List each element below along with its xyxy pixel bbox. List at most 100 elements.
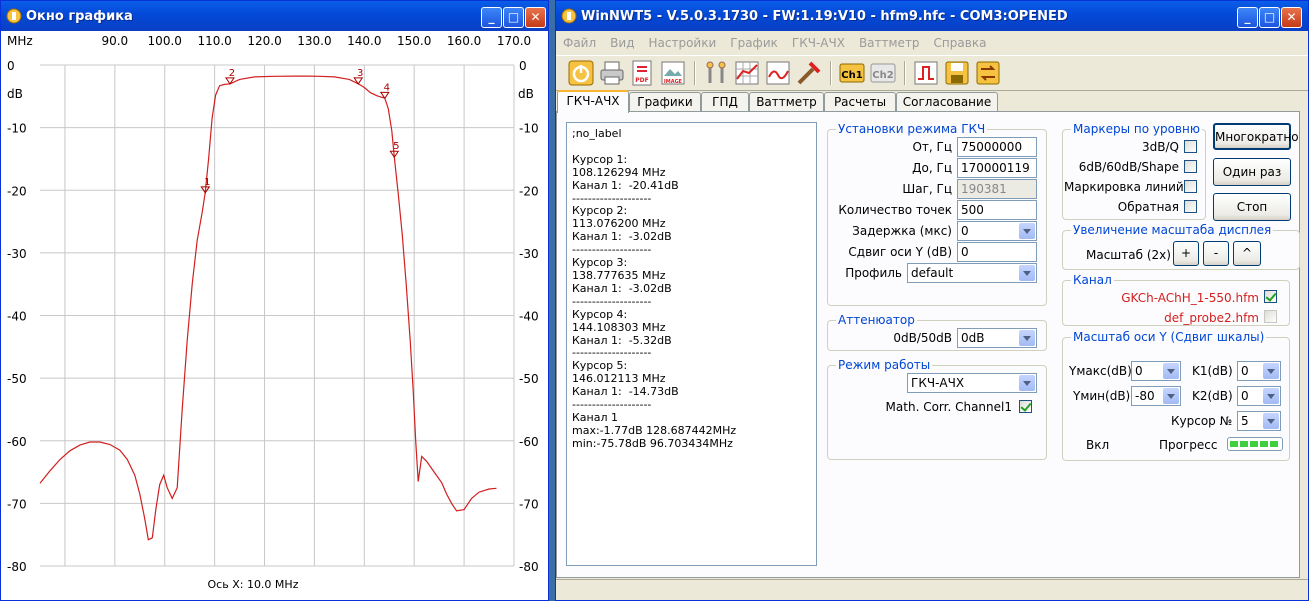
image-export-icon[interactable]: IMAGE [659, 59, 687, 87]
chevron-down-icon[interactable] [1019, 330, 1035, 346]
zoom-up-button[interactable]: ^ [1233, 241, 1261, 266]
pdf-export-label: PDF [635, 77, 648, 84]
menu-sweep[interactable]: ГКЧ-АЧХ [785, 32, 852, 50]
menu-view[interactable]: Вид [603, 32, 641, 50]
from-label: От, Гц [912, 140, 952, 154]
minimize-icon[interactable]: _ [1237, 7, 1258, 28]
close-icon[interactable]: ✕ [525, 7, 546, 28]
tab-sweep[interactable]: ГКЧ-АЧХ [557, 90, 629, 113]
y-tick-label-right: -80 [519, 560, 539, 574]
y-tick-label-left: -80 [7, 560, 27, 574]
to-field[interactable]: 170000119 [957, 158, 1037, 178]
ymax-select[interactable]: 0 [1131, 361, 1181, 381]
y-tick-label-left: 0 [7, 59, 15, 73]
toolbar-separator [694, 61, 696, 85]
level-markers-title: Маркеры по уровню [1071, 122, 1202, 136]
cursor-marker-label: 2 [229, 68, 235, 79]
menu-file[interactable]: Файл [556, 32, 603, 50]
frequency-response-plot[interactable]: 90.0 100.0 110.0 120.0 130.0 140.0 150.0 160.0 1… [1, 31, 549, 601]
maximize-icon[interactable]: □ [503, 7, 524, 28]
graph-window-titlebar[interactable]: Окно графика _ □ ✕ [1, 1, 548, 31]
y-tick-label-left: -20 [7, 184, 27, 198]
swap-icon[interactable] [974, 59, 1002, 87]
to-label: До, Гц [912, 161, 952, 175]
attenuator-select[interactable]: 0dB [957, 328, 1037, 348]
menu-wattmeter[interactable]: Ваттметр [852, 32, 927, 50]
mode-select[interactable]: ГКЧ-АЧХ [907, 373, 1037, 393]
x-tick-label: 130.0 [297, 34, 331, 48]
tab-wattmeter[interactable]: Ваттметр [749, 92, 824, 112]
channel-1-icon[interactable]: Ch1 [838, 59, 866, 87]
stop-button[interactable]: Стоп [1213, 193, 1291, 221]
y-tick-label-left: -10 [7, 122, 27, 136]
ymin-value: -80 [1135, 389, 1155, 403]
ymin-select[interactable]: -80 [1131, 386, 1181, 406]
chevron-down-icon[interactable] [1263, 388, 1279, 404]
sweep-once-button[interactable]: Один раз [1213, 158, 1291, 186]
menu-graph[interactable]: График [723, 32, 785, 50]
grid-icon[interactable] [733, 59, 761, 87]
profile-label: Профиль [845, 266, 902, 280]
chevron-down-icon[interactable] [1019, 375, 1035, 391]
tab-vfo[interactable]: ГПД [701, 92, 749, 112]
points-field[interactable]: 500 [957, 200, 1037, 220]
menu-help[interactable]: Справка [927, 32, 994, 50]
power-icon[interactable] [567, 59, 595, 87]
chevron-down-icon[interactable] [1019, 265, 1035, 281]
ymax-label: Yмакс(dB) [1069, 364, 1132, 378]
print-icon[interactable] [598, 59, 626, 87]
chevron-down-icon[interactable] [1163, 363, 1179, 379]
channel-1-label: Ch1 [841, 70, 862, 81]
toolbar: PDF IMAGE Ch1 Ch2 [556, 55, 1308, 91]
marker-shape-label: 6dB/60dB/Shape [1078, 160, 1179, 174]
zoom-minus-button[interactable]: - [1203, 241, 1229, 266]
sweep-once-icon[interactable] [912, 59, 940, 87]
from-field[interactable]: 75000000 [957, 137, 1037, 157]
channel-2-checkbox[interactable] [1264, 310, 1277, 323]
delay-select[interactable]: 0 [957, 221, 1037, 241]
k1-select[interactable]: 0 [1237, 361, 1281, 381]
cursor-number-select[interactable]: 5 [1237, 411, 1281, 431]
chevron-down-icon[interactable] [1263, 363, 1279, 379]
yshift-label: Сдвиг оси Y (dB) [848, 245, 952, 259]
chevron-down-icon[interactable] [1263, 413, 1279, 429]
unit-label: MHz [7, 34, 33, 48]
yshift-field[interactable]: 0 [957, 242, 1037, 262]
channel-2-icon[interactable]: Ch2 [869, 59, 897, 87]
profile-select[interactable]: default [907, 263, 1037, 283]
cursor-info-memo[interactable]: ;no_label Курсор 1: 108.126294 MHz Канал… [566, 122, 817, 566]
calibrate-icon[interactable] [795, 59, 823, 87]
pdf-export-icon[interactable]: PDF [628, 59, 656, 87]
app-icon [6, 8, 22, 24]
tools-icon[interactable] [702, 59, 730, 87]
progress-fill [1230, 441, 1280, 447]
marker-shape-checkbox[interactable] [1184, 160, 1197, 173]
sweep-multi-button[interactable]: Многократно [1213, 123, 1299, 150]
save-icon[interactable] [943, 59, 971, 87]
channel-1-checkbox[interactable] [1264, 290, 1277, 303]
zoom-plus-button[interactable]: + [1173, 241, 1199, 266]
points-label: Количество точек [838, 203, 952, 217]
sweep-settings-title: Установки режима ГКЧ [836, 122, 988, 136]
k1-label: K1(dB) [1192, 364, 1233, 378]
tab-calculations[interactable]: Расчеты [824, 92, 896, 112]
status-bar [556, 579, 1308, 600]
main-window-titlebar[interactable]: WinNWT5 - V.5.0.3.1730 - FW:1.19:V10 - h… [556, 1, 1308, 31]
db-scale-icon[interactable] [764, 59, 792, 87]
minimize-icon[interactable]: _ [481, 7, 502, 28]
math-corr-checkbox[interactable] [1019, 400, 1032, 413]
close-icon[interactable]: ✕ [1281, 7, 1302, 28]
maximize-icon[interactable]: □ [1259, 7, 1280, 28]
chevron-down-icon[interactable] [1019, 223, 1035, 239]
tab-strip: ГКЧ-АЧХ Графики ГПД Ваттметр Расчеты Сог… [556, 90, 1306, 113]
chevron-down-icon[interactable] [1163, 388, 1179, 404]
tab-graphs[interactable]: Графики [629, 92, 701, 112]
marker-lines-checkbox[interactable] [1184, 180, 1197, 193]
k2-select[interactable]: 0 [1237, 386, 1281, 406]
marker-inverse-checkbox[interactable] [1184, 200, 1197, 213]
menu-settings[interactable]: Настройки [641, 32, 723, 50]
marker-3db-checkbox[interactable] [1184, 140, 1197, 153]
x-tick-label: 170.0 [497, 34, 531, 48]
tab-matching[interactable]: Согласование [896, 92, 998, 112]
attenuator-label: 0dB/50dB [893, 331, 952, 345]
